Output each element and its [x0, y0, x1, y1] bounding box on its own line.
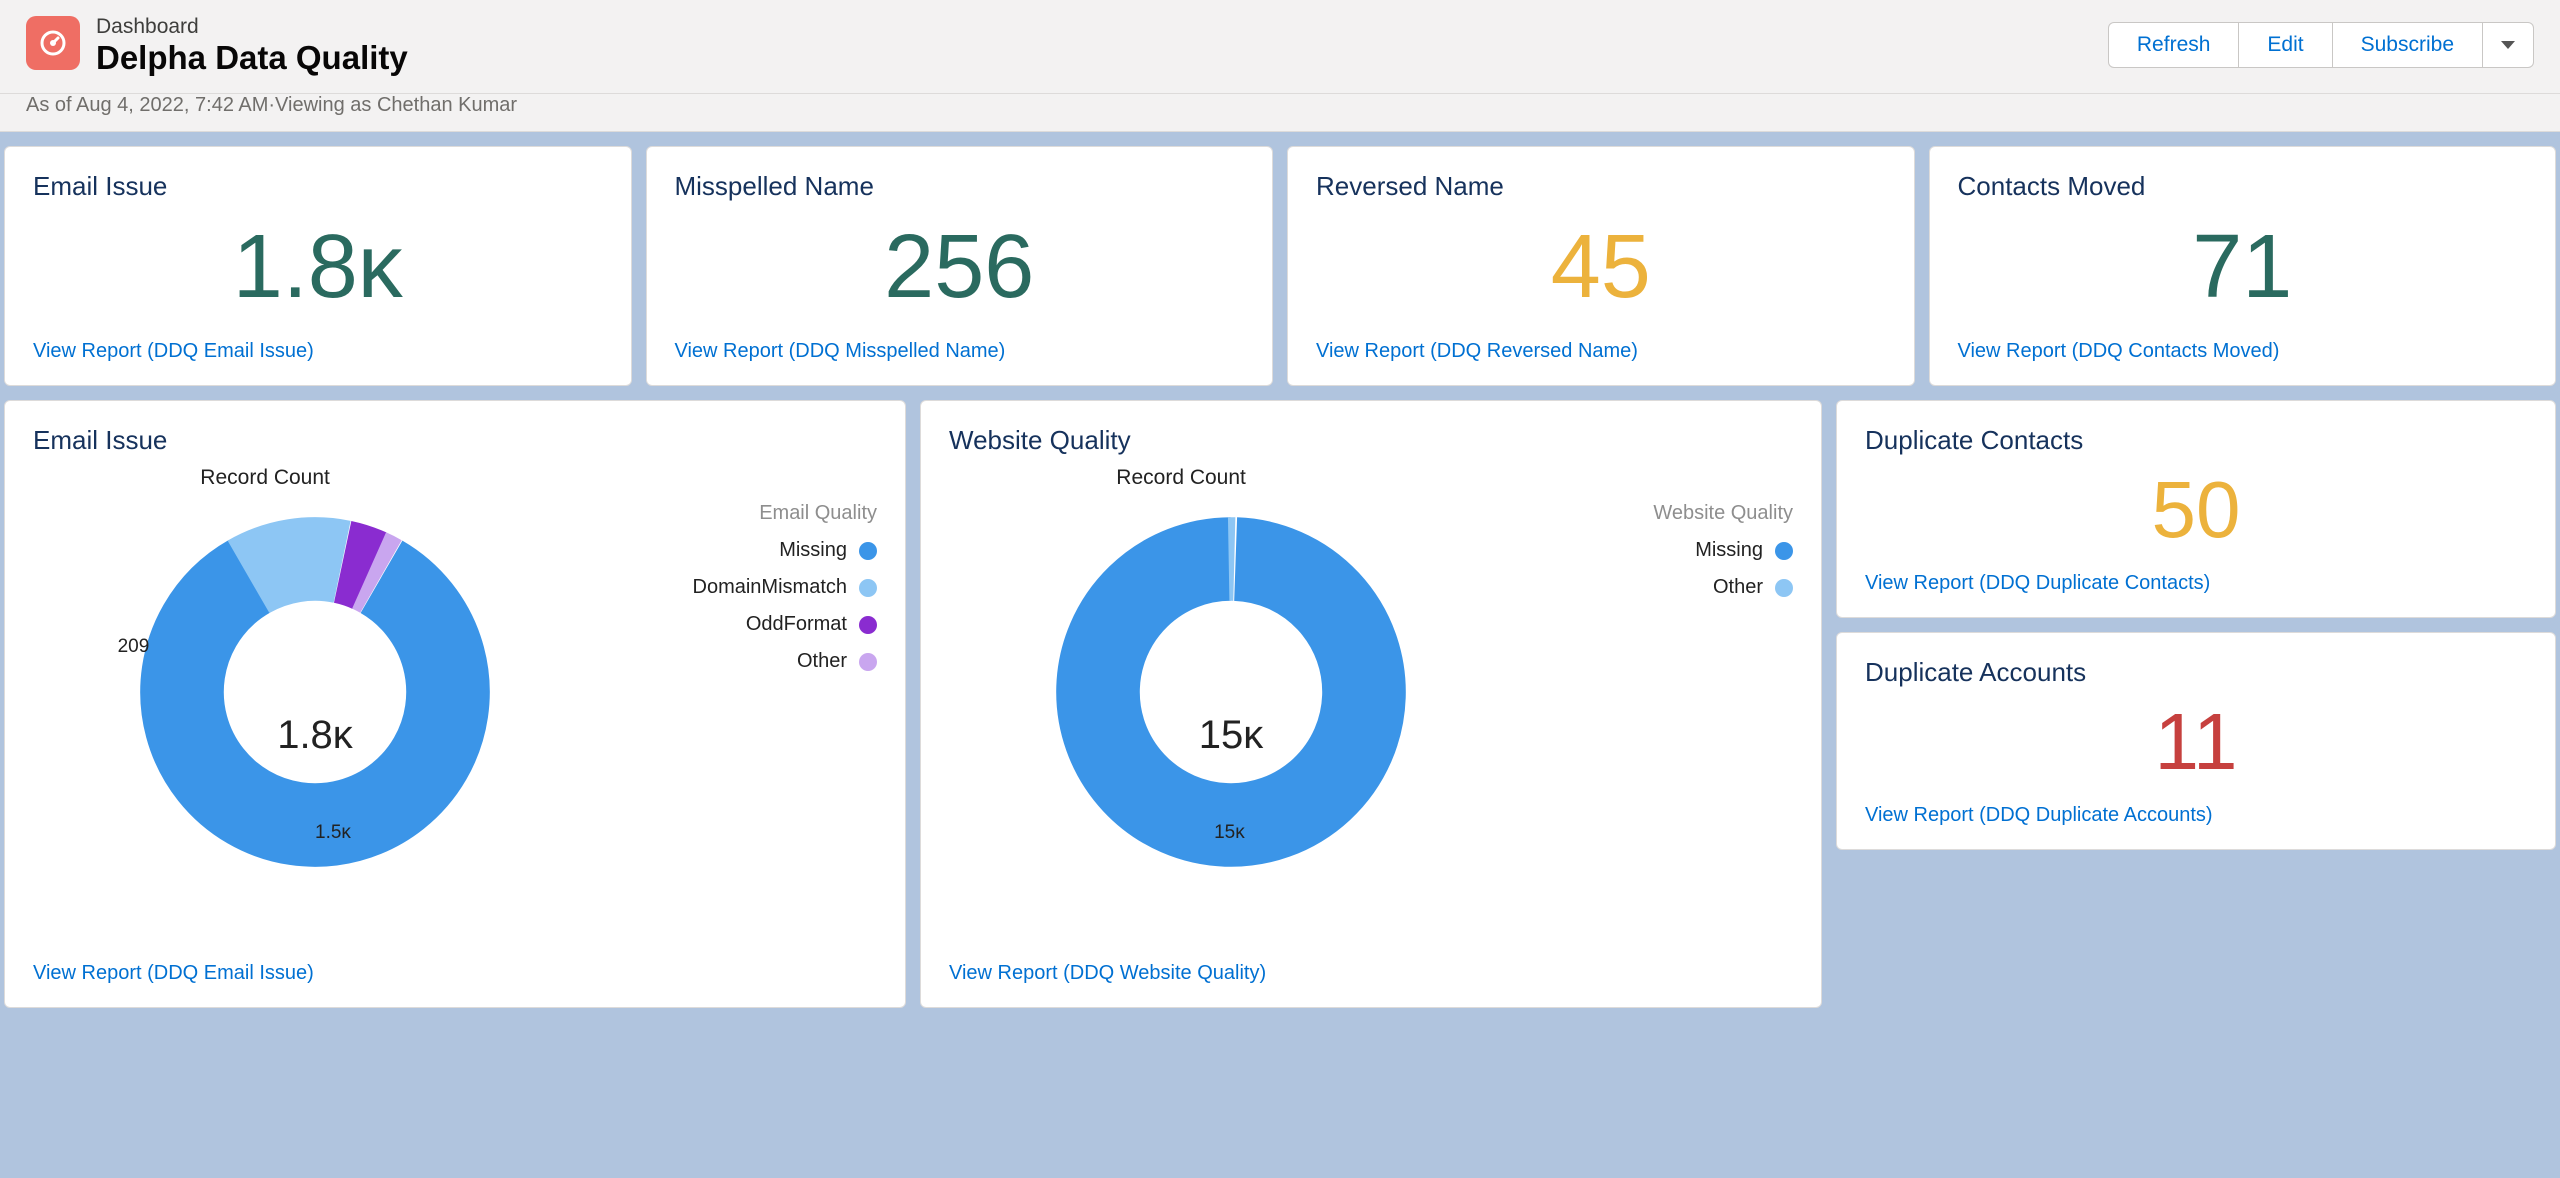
- legend-item[interactable]: Missing: [1523, 539, 1793, 562]
- tile-duplicate-contacts: Duplicate Contacts 50 View Report (DDQ D…: [1836, 400, 2556, 618]
- tile-title: Misspelled Name: [675, 171, 1245, 202]
- donut-segment-label: 209: [118, 636, 150, 658]
- header-meta: As of Aug 4, 2022, 7:42 AM·Viewing as Ch…: [0, 94, 2560, 132]
- tile-title: Duplicate Contacts: [1865, 425, 2527, 456]
- tile-duplicate-accounts: Duplicate Accounts 11 View Report (DDQ D…: [1836, 632, 2556, 850]
- view-report-link[interactable]: View Report (DDQ Duplicate Contacts): [1865, 572, 2527, 595]
- legend-item[interactable]: DomainMismatch: [607, 576, 877, 599]
- tile-title: Contacts Moved: [1958, 171, 2528, 202]
- legend-item[interactable]: Missing: [607, 539, 877, 562]
- expand-icon[interactable]: [1777, 419, 1801, 443]
- legend-item[interactable]: OddFormat: [607, 613, 877, 636]
- tile-title: Email Issue: [33, 425, 877, 456]
- donut-center-value: 1.8ᴋ: [277, 713, 353, 758]
- donut-chart-website: 15ᴋ 15ᴋ: [949, 496, 1513, 962]
- legend-item[interactable]: Other: [607, 650, 877, 673]
- chart-legend: Website Quality Missing Other: [1523, 496, 1793, 962]
- metric-value: 71: [1958, 222, 2528, 312]
- tile-email-issue-chart: Email Issue Record Count 1.8ᴋ 1.: [4, 400, 906, 1008]
- view-report-link[interactable]: View Report (DDQ Website Quality): [949, 962, 1793, 985]
- donut-chart-email: 1.8ᴋ 1.5ᴋ 209: [33, 496, 597, 962]
- legend-item[interactable]: Other: [1523, 576, 1793, 599]
- chart-sublabel: Record Count: [33, 466, 497, 490]
- edit-button[interactable]: Edit: [2239, 22, 2332, 68]
- view-report-link[interactable]: View Report (DDQ Duplicate Accounts): [1865, 804, 2527, 827]
- tile-contacts-moved: Contacts Moved 71 View Report (DDQ Conta…: [1929, 146, 2557, 386]
- metric-value: 50: [1865, 470, 2527, 550]
- expand-icon[interactable]: [2511, 165, 2535, 189]
- page-header: Dashboard Delpha Data Quality Refresh Ed…: [0, 0, 2560, 94]
- metric-value: 11: [1865, 702, 2527, 782]
- tile-title: Reversed Name: [1316, 171, 1886, 202]
- subscribe-button[interactable]: Subscribe: [2333, 22, 2483, 68]
- expand-icon[interactable]: [2511, 419, 2535, 443]
- tile-title: Email Issue: [33, 171, 603, 202]
- chevron-down-icon: [2501, 41, 2515, 49]
- expand-icon[interactable]: [587, 165, 611, 189]
- expand-icon[interactable]: [1228, 165, 1252, 189]
- view-report-link[interactable]: View Report (DDQ Reversed Name): [1316, 340, 1886, 363]
- donut-segment-label: 15ᴋ: [1214, 822, 1245, 844]
- tile-reversed-name: Reversed Name 45 View Report (DDQ Revers…: [1287, 146, 1915, 386]
- expand-icon[interactable]: [2511, 651, 2535, 675]
- view-report-link[interactable]: View Report (DDQ Email Issue): [33, 962, 877, 985]
- tile-website-quality-chart: Website Quality Record Count 15ᴋ 15ᴋ Web…: [920, 400, 1822, 1008]
- view-report-link[interactable]: View Report (DDQ Email Issue): [33, 340, 603, 363]
- tile-email-issue: Email Issue 1.8ᴋ View Report (DDQ Email …: [4, 146, 632, 386]
- page-title: Delpha Data Quality: [96, 39, 408, 77]
- dashboard-app-icon: [26, 16, 80, 70]
- breadcrumb: Dashboard: [96, 14, 408, 39]
- view-report-link[interactable]: View Report (DDQ Contacts Moved): [1958, 340, 2528, 363]
- metric-value: 1.8ᴋ: [33, 222, 603, 312]
- metric-value: 256: [675, 222, 1245, 312]
- header-actions: Refresh Edit Subscribe: [2108, 22, 2534, 68]
- donut-center-value: 15ᴋ: [1199, 713, 1264, 758]
- expand-icon[interactable]: [861, 419, 885, 443]
- legend-title: Email Quality: [607, 502, 877, 525]
- chart-sublabel: Record Count: [949, 466, 1413, 490]
- view-report-link[interactable]: View Report (DDQ Misspelled Name): [675, 340, 1245, 363]
- tile-title: Website Quality: [949, 425, 1793, 456]
- refresh-button[interactable]: Refresh: [2108, 22, 2240, 68]
- donut-segment-label: 1.5ᴋ: [315, 822, 351, 844]
- expand-icon[interactable]: [1870, 165, 1894, 189]
- metric-value: 45: [1316, 222, 1886, 312]
- chart-legend: Email Quality Missing DomainMismatch Odd…: [607, 496, 877, 962]
- more-actions-button[interactable]: [2483, 22, 2534, 68]
- tile-title: Duplicate Accounts: [1865, 657, 2527, 688]
- legend-title: Website Quality: [1523, 502, 1793, 525]
- tile-misspelled-name: Misspelled Name 256 View Report (DDQ Mis…: [646, 146, 1274, 386]
